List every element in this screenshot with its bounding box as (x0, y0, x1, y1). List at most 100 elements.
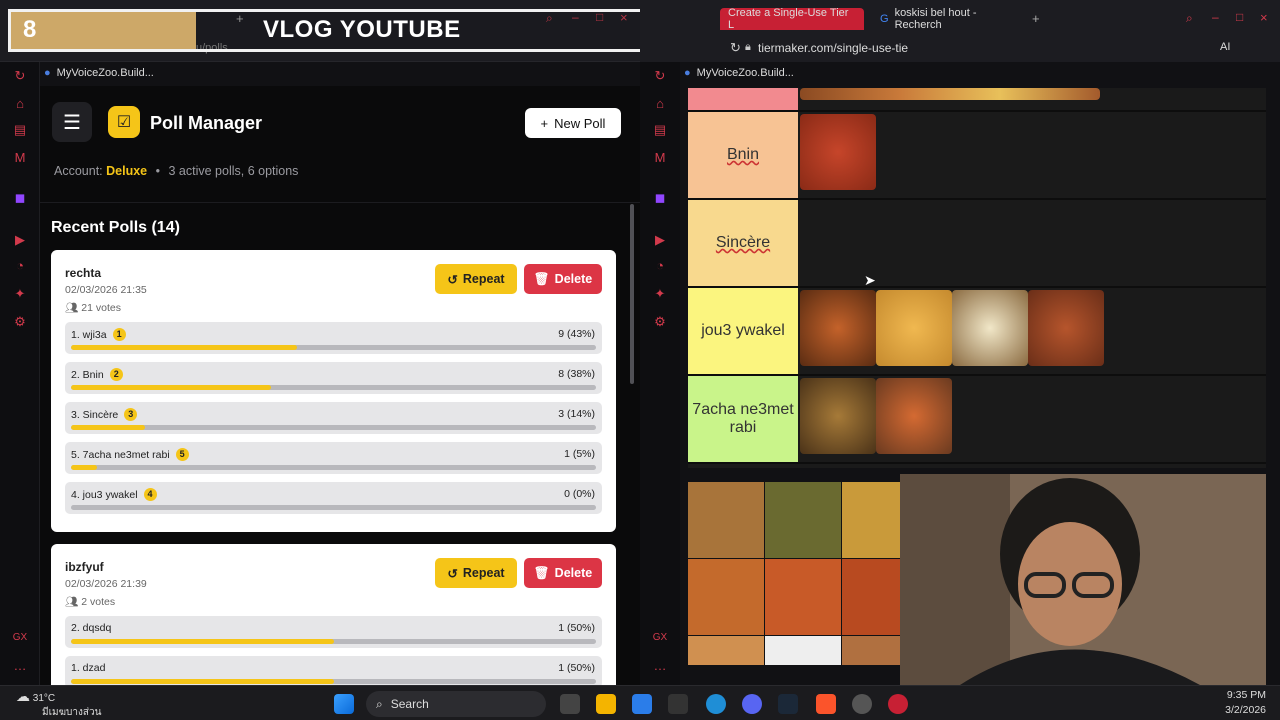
gx-icon[interactable]: GX (652, 630, 668, 646)
users-icon: 👥︎ (65, 302, 79, 314)
tier-image[interactable] (800, 88, 1100, 100)
tab-tiermaker[interactable]: Create a Single-Use Tier L (720, 7, 864, 31)
tier-image[interactable] (1028, 290, 1104, 366)
account-tier: Deluxe (106, 164, 148, 178)
gx-icon[interactable]: GX (12, 630, 28, 646)
votes-text: 21 votes (81, 302, 121, 314)
bookmark-label: MyVoiceZoo.Build... (56, 67, 154, 79)
bookmark-item[interactable]: ● MyVoiceZoo.Build... (44, 67, 154, 79)
delete-button[interactable]: 🗑︎ Delete (524, 558, 602, 588)
temperature: 31°C (32, 693, 56, 704)
new-tab-icon[interactable]: + (1032, 11, 1040, 26)
edge-icon[interactable] (706, 694, 726, 714)
reload-icon[interactable]: ↻ (730, 40, 741, 56)
shopping-icon[interactable]: ⌂ (652, 96, 668, 112)
task-view-icon[interactable] (560, 694, 580, 714)
settings-icon[interactable]: ⚙ (652, 314, 668, 330)
pool-image[interactable] (765, 559, 841, 635)
more-icon[interactable]: … (12, 658, 28, 674)
tab-search[interactable]: Gkoskisi bel hout - Recherch (872, 7, 1028, 31)
bookmark-item[interactable]: ● MyVoiceZoo.Build... (684, 67, 794, 79)
option-count: 9 (43%) (558, 328, 595, 340)
history-icon[interactable]: ↻ (652, 68, 668, 84)
pool-image[interactable] (688, 559, 764, 635)
menu-button[interactable]: ☰ (52, 102, 92, 142)
ai-icon[interactable]: AI (1220, 41, 1230, 53)
new-poll-button[interactable]: + New Poll (525, 108, 621, 138)
tier-image[interactable] (876, 290, 952, 366)
app-icon[interactable] (668, 694, 688, 714)
opera-gx-icon[interactable] (888, 694, 908, 714)
repeat-button[interactable]: ↺ Repeat (435, 264, 517, 294)
tier-label: 7acha ne3met rabi (688, 376, 798, 462)
clock-icon[interactable]: ◔ (12, 258, 28, 274)
settings-icon[interactable]: ⚙ (12, 314, 28, 330)
webcam-feed (900, 474, 1266, 685)
player-icon[interactable]: ▶ (12, 232, 28, 248)
option-progress (71, 639, 596, 644)
messenger-icon[interactable]: M (12, 150, 28, 166)
pool-image[interactable] (765, 636, 841, 665)
option-label: 2. dqsdq (71, 622, 112, 634)
search-tabs-icon[interactable]: ⌕ (1186, 11, 1193, 26)
settings-app-icon[interactable] (852, 694, 872, 714)
clock-time: 9:35 PM (1226, 689, 1266, 701)
delete-button[interactable]: 🗑︎ Delete (524, 264, 602, 294)
repeat-button[interactable]: ↺ Repeat (435, 558, 517, 588)
left-browser-sidebar: ↻ ⌂ ▤ M ◼ ▶ ◔ ✦ ⚙ GX … (0, 62, 40, 685)
system-clock[interactable]: 9:35 PM 3/2/2026 (1225, 688, 1266, 718)
wallet-icon[interactable]: ▤ (652, 122, 668, 138)
shopping-icon[interactable]: ⌂ (12, 96, 28, 112)
weather-icon: ☁ (16, 688, 30, 704)
poll-manager-page: ☰ ☑ Poll Manager + New Poll Account: Delu… (40, 86, 640, 704)
tier-image[interactable] (952, 290, 1028, 366)
option-progress (71, 425, 596, 430)
discord-icon[interactable] (742, 694, 762, 714)
scrollbar[interactable] (630, 204, 634, 384)
messenger-icon[interactable]: M (652, 150, 668, 166)
tier-list: Bnin Sincère jou3 ywakel 7acha ne3met ra… (688, 88, 1266, 468)
weather-widget[interactable]: ☁ 31°C มีเมฆบางส่วน (16, 688, 101, 720)
wallet-icon[interactable]: ▤ (12, 122, 28, 138)
right-url-bar[interactable]: ↻ 🔒︎ tiermaker.com/single-use-tie AI (640, 36, 1280, 62)
extensions-icon[interactable]: ✦ (652, 286, 668, 302)
tier-image[interactable] (800, 114, 876, 190)
mouse-cursor-icon: ➤ (864, 272, 876, 288)
pool-image[interactable] (688, 482, 764, 558)
tier-image[interactable] (800, 290, 876, 366)
new-poll-label: New Poll (554, 115, 606, 131)
account-stats: 3 active polls, 6 options (168, 164, 299, 178)
store-icon[interactable] (632, 694, 652, 714)
option-progress (71, 385, 596, 390)
option-label: 3. Sincère (71, 408, 119, 421)
tier-image[interactable] (876, 378, 952, 454)
player-icon[interactable]: ▶ (652, 232, 668, 248)
clock-icon[interactable]: ◔ (652, 258, 668, 274)
stream-overlay-banner: 8 VLOG YOUTUBE 30 (8, 9, 720, 52)
extensions-icon[interactable]: ✦ (12, 286, 28, 302)
start-icon[interactable] (334, 694, 354, 714)
twitch-icon[interactable]: ◼ (652, 190, 668, 206)
minimize-icon[interactable]: – (1212, 10, 1219, 24)
url-text[interactable]: tiermaker.com/single-use-tie (758, 41, 908, 55)
tier-image[interactable] (800, 378, 876, 454)
maximize-icon[interactable]: □ (1236, 10, 1243, 24)
pool-image[interactable] (765, 482, 841, 558)
option-progress-fill (71, 345, 297, 350)
right-bookmarks-bar: ● MyVoiceZoo.Build... (640, 62, 1280, 86)
plus-icon: + (540, 115, 549, 131)
file-explorer-icon[interactable] (596, 694, 616, 714)
brave-icon[interactable] (816, 694, 836, 714)
poll-date: 02/03/2026 21:35 (65, 284, 147, 296)
steam-icon[interactable] (778, 694, 798, 714)
history-icon[interactable]: ↻ (12, 68, 28, 84)
bookmark-label: MyVoiceZoo.Build... (696, 67, 794, 79)
search-bar[interactable]: ⌕ Search (366, 691, 546, 717)
twitch-icon[interactable]: ◼ (12, 190, 28, 206)
poll-name: rechta (65, 266, 102, 280)
poll-card: rechta 02/03/2026 21:35 👥︎ 21 votes ↺ Rep… (51, 250, 616, 532)
more-icon[interactable]: … (652, 658, 668, 674)
windows-taskbar: ☁ 31°C มีเมฆบางส่วน ⌕ Search 9:35 PM 3/2/… (0, 685, 1280, 720)
pool-image[interactable] (688, 636, 764, 665)
close-icon[interactable]: × (1260, 10, 1268, 25)
